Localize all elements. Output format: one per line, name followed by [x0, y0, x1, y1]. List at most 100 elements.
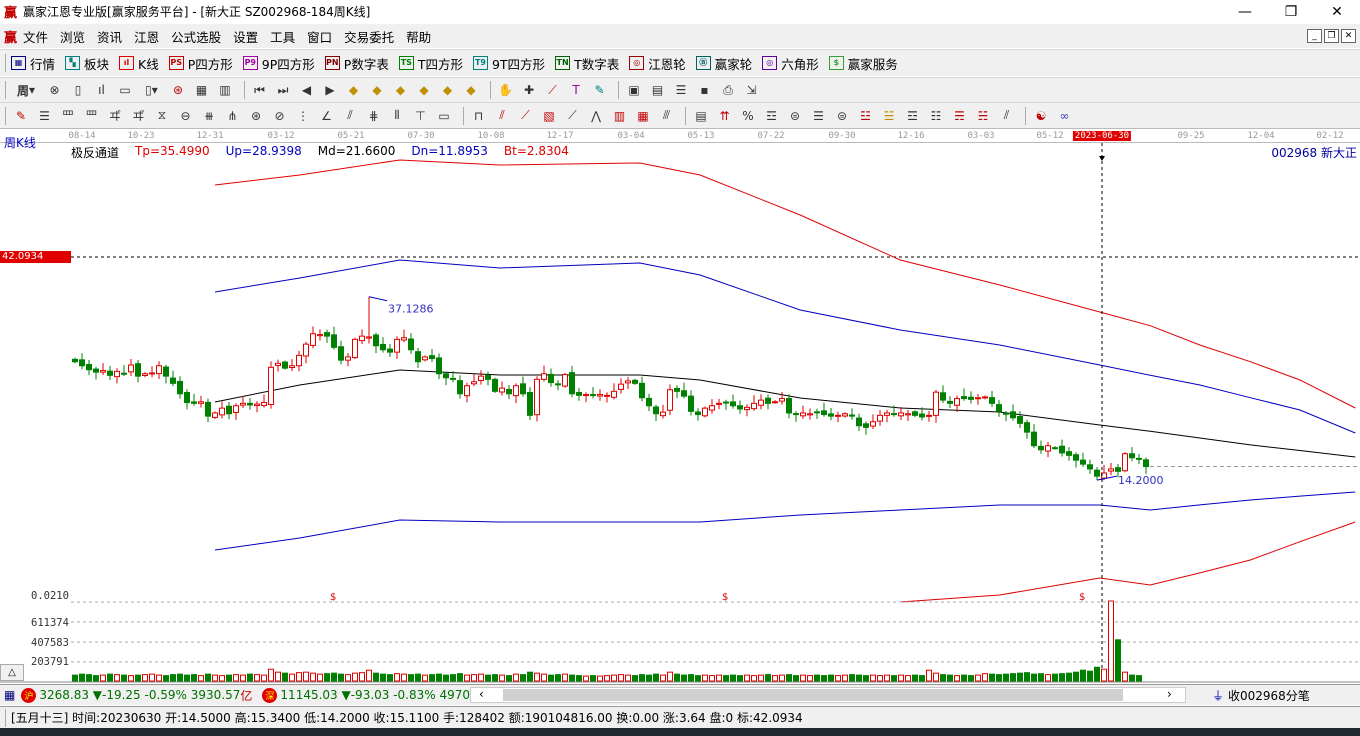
volume-bar — [863, 675, 869, 682]
crosshair-arrow-icon — [1099, 156, 1105, 161]
volume-bar — [226, 674, 232, 682]
candle-body — [688, 395, 694, 412]
candle-body — [842, 413, 848, 417]
volume-bar — [191, 674, 197, 682]
candle-body — [303, 343, 309, 357]
candle-body — [72, 358, 78, 363]
candle-body — [352, 338, 358, 359]
candle-body — [338, 346, 344, 361]
shanghai-index: 3268.83 ▼-19.25 -0.59% 3930.57 — [39, 688, 241, 702]
candle-body — [254, 403, 260, 407]
volume-bar — [387, 674, 393, 682]
horizontal-scrollbar[interactable]: ‹ › — [470, 687, 1186, 703]
volume-bar — [1017, 672, 1023, 682]
volume-bar — [212, 674, 218, 682]
candle-body — [415, 351, 421, 363]
volume-bar — [814, 674, 820, 682]
volume-bar — [968, 675, 974, 682]
volume-bar — [947, 674, 953, 682]
candle-body — [163, 366, 169, 377]
volume-bar — [471, 674, 477, 682]
scroll-thumb[interactable] — [503, 689, 1123, 701]
shanghai-badge: 沪 — [21, 687, 37, 703]
volume-bar — [870, 674, 876, 682]
volume-bar — [331, 672, 337, 682]
volume-bar — [100, 674, 106, 682]
candle-body — [975, 397, 981, 400]
dividend-marker: $ — [722, 592, 728, 603]
volume-bar — [1045, 674, 1051, 682]
crosshair-price-tag: 42.0934 — [0, 251, 71, 263]
volume-bar — [499, 674, 505, 682]
candle-body — [1073, 454, 1079, 461]
volume-bar — [114, 674, 120, 682]
volume-bar — [142, 674, 148, 682]
candle-body — [800, 412, 806, 417]
volume-bar — [555, 674, 561, 682]
candle-body — [905, 413, 911, 416]
candle-body — [359, 335, 365, 342]
volume-bar — [548, 674, 554, 682]
volume-bar — [247, 673, 253, 682]
candle-body — [807, 413, 813, 416]
candle-body — [709, 405, 715, 411]
volume-bar — [758, 674, 764, 682]
candle-body — [660, 411, 666, 417]
candle-body — [996, 404, 1002, 412]
candle-body — [1108, 468, 1114, 472]
volume-tick: 203791 — [31, 656, 69, 668]
candle-body — [1129, 453, 1135, 459]
volume-bar — [751, 675, 757, 682]
candle-body — [765, 397, 771, 404]
antenna-icon: ⏚ — [1212, 688, 1225, 703]
candle-body — [331, 334, 337, 348]
volume-bar — [261, 674, 267, 682]
candle-body — [1024, 422, 1030, 433]
volume-bar — [975, 674, 981, 682]
candle-body — [940, 392, 946, 401]
scroll-right-button[interactable]: › — [1167, 687, 1172, 701]
volume-bar — [1136, 675, 1142, 682]
candle-body — [1136, 457, 1142, 460]
candle-body — [345, 356, 351, 361]
volume-bar — [457, 673, 463, 682]
volume-bar — [464, 674, 470, 682]
volume-bar — [646, 674, 652, 682]
volume-bar — [205, 673, 211, 682]
candle-body — [569, 372, 575, 395]
candle-body — [1080, 459, 1086, 465]
candle-body — [618, 383, 624, 390]
candle-body — [744, 406, 750, 411]
volume-bar — [1108, 600, 1114, 682]
volume-bar — [345, 674, 351, 682]
market-status-bar: ▦ 沪 3268.83 ▼-19.25 -0.59% 3930.57 亿 深 1… — [0, 684, 1360, 705]
candle-body — [625, 380, 631, 384]
volume-tick: 0.0210 — [31, 590, 69, 602]
volume-bar — [163, 675, 169, 682]
candle-body — [961, 396, 967, 400]
volume-bar — [912, 674, 918, 682]
scroll-left-button[interactable]: ‹ — [479, 687, 484, 701]
volume-bar — [583, 675, 589, 682]
candle-body — [884, 412, 890, 416]
candle-body — [177, 380, 183, 395]
volume-bar — [688, 674, 694, 682]
volume-bar — [233, 674, 239, 682]
quote-table-icon[interactable]: ▦ — [4, 688, 15, 702]
volume-bar — [527, 671, 533, 682]
candle-body — [541, 373, 547, 380]
expand-panel-button[interactable]: △ — [0, 664, 24, 681]
separator — [5, 708, 6, 727]
candle-body — [1031, 431, 1037, 447]
volume-bar — [534, 672, 540, 682]
kline-chart[interactable]: 37.1286 14.2000 $ $ $ — [0, 0, 1360, 684]
candle-body — [597, 394, 603, 397]
candle-body — [394, 338, 400, 353]
volume-bar — [954, 675, 960, 682]
volume-bar — [219, 675, 225, 682]
volume-bar — [632, 675, 638, 682]
volume-bar — [786, 674, 792, 682]
volume-bar — [450, 674, 456, 682]
candle-body — [128, 364, 134, 373]
volume-bar — [268, 668, 274, 682]
